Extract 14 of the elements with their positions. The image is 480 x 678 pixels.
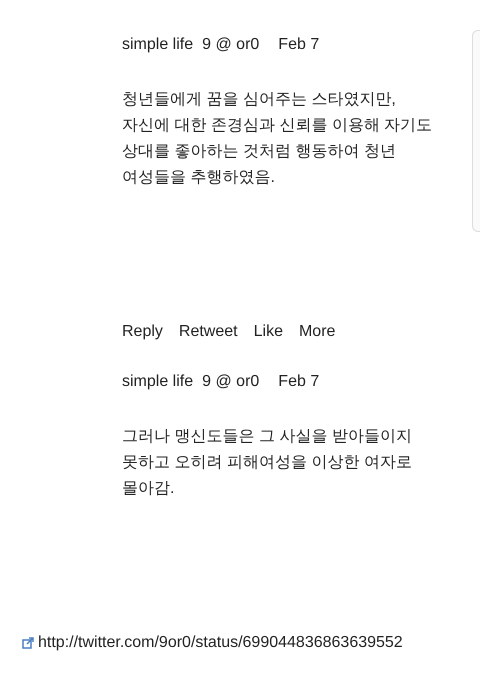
external-link-icon — [22, 637, 34, 649]
author-name: simple life — [122, 35, 194, 55]
action-link[interactable]: Retweet — [178, 320, 238, 344]
tweet-url-link[interactable]: http://twitter.com/9or0/status/699044836863639552 — [38, 634, 403, 652]
author-name: simple life — [122, 372, 194, 392]
tweet-date: Feb 7 — [278, 372, 320, 392]
tweet-text: 그러나 맹신도들은 그 사실을 받아들이지 못하고 오히려 피해여성을 이상한 여자로 몰아감. — [122, 427, 413, 499]
user-handle: 9 @ or0 — [202, 35, 260, 55]
action-link[interactable]: Like — [254, 320, 283, 344]
action-link[interactable]: Reply — [122, 320, 163, 344]
action-link[interactable]: More — [298, 320, 336, 344]
tweet-text: 청년들에게 꿈을 심어주는 스타였지만, 자신에 대한 존경심과 신뢰를 이용해 자기도 상대를 좋아하는 것처럼 행동하여 청년 여성들을 추행하였음. — [122, 90, 434, 188]
tweet-date: Feb 7 — [278, 35, 320, 55]
user-handle: 9 @ or0 — [202, 372, 260, 392]
